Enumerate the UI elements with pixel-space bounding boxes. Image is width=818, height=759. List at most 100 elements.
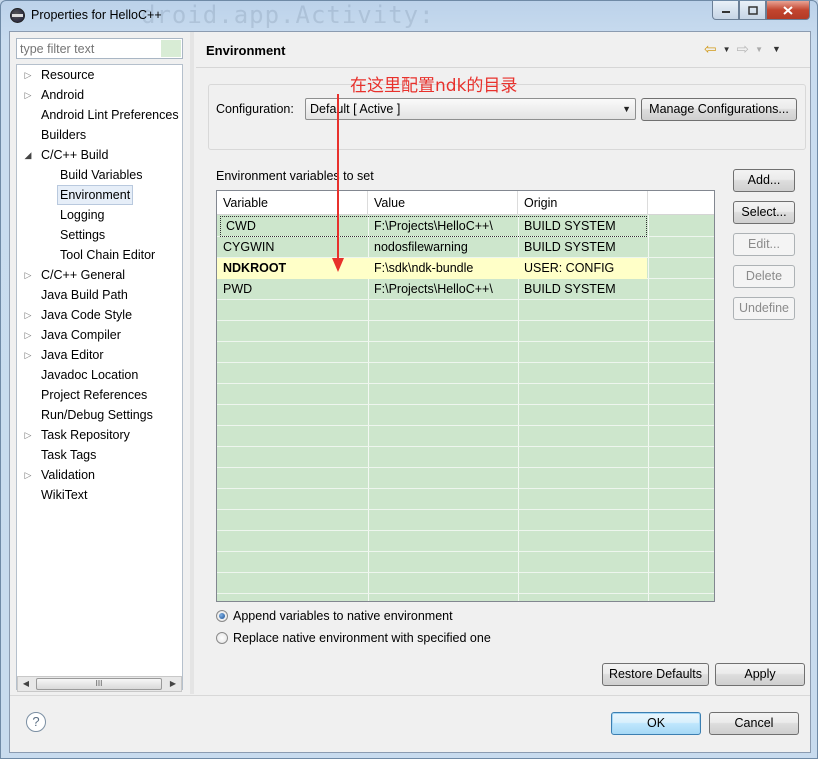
apply-button[interactable]: Apply (715, 663, 805, 686)
maximize-button[interactable] (739, 1, 766, 20)
row-divider (217, 509, 714, 510)
append-option-label: Append variables to native environment (233, 609, 453, 623)
row-divider (217, 383, 714, 384)
add-variable-button[interactable]: Add... (733, 169, 795, 192)
header-divider (196, 67, 810, 68)
tree-item-label: Java Build Path (41, 288, 128, 302)
expand-arrow-icon[interactable]: ▷ (23, 305, 33, 325)
column-header-origin[interactable]: Origin (518, 191, 648, 215)
select-variable-button[interactable]: Select... (733, 201, 795, 224)
column-header-variable[interactable]: Variable (217, 191, 368, 215)
tree-item-cpp-general[interactable]: ▷ C/C++ General (17, 265, 182, 285)
properties-tree[interactable]: ▷ Resource ▷ Android Android Lint Prefer… (16, 64, 183, 690)
tree-item-android-lint[interactable]: Android Lint Preferences (17, 105, 182, 125)
tree-item-java-editor[interactable]: ▷ Java Editor (17, 345, 182, 365)
tree-item-javadoc-location[interactable]: Javadoc Location (17, 365, 182, 385)
scroll-thumb[interactable]: III (36, 678, 162, 690)
tree-item-label: Logging (60, 208, 105, 222)
row-divider (217, 551, 714, 552)
tree-item-android[interactable]: ▷ Android (17, 85, 182, 105)
variable-cell: PWD (223, 282, 253, 296)
cancel-button[interactable]: Cancel (709, 712, 799, 735)
collapse-arrow-icon[interactable]: ◢ (23, 145, 33, 165)
tree-item-cpp-build[interactable]: ◢ C/C++ Build (17, 145, 182, 165)
value-cell: F:\sdk\ndk-bundle (374, 261, 474, 275)
close-icon (783, 5, 793, 15)
page-title: Environment (206, 43, 286, 58)
background-watermark: droid.app.Activity: (141, 1, 435, 29)
manage-configurations-button[interactable]: Manage Configurations... (641, 98, 797, 121)
table-row[interactable]: NDKROOT F:\sdk\ndk-bundle USER: CONFIG (217, 258, 647, 279)
expand-arrow-icon[interactable]: ▷ (23, 345, 33, 365)
tree-item-java-compiler[interactable]: ▷ Java Compiler (17, 325, 182, 345)
tree-item-java-code-style[interactable]: ▷ Java Code Style (17, 305, 182, 325)
tree-item-run-debug-settings[interactable]: Run/Debug Settings (17, 405, 182, 425)
window-title: Properties for HelloC++ (31, 8, 162, 22)
table-row[interactable]: PWD F:\Projects\HelloC++\ BUILD SYSTEM (217, 279, 647, 300)
tree-item-task-repository[interactable]: ▷ Task Repository (17, 425, 182, 445)
tree-item-label: Project References (41, 388, 148, 402)
row-divider (217, 320, 714, 321)
edit-variable-button[interactable]: Edit... (733, 233, 795, 256)
expand-arrow-icon[interactable]: ▷ (23, 465, 33, 485)
row-divider (217, 425, 714, 426)
ok-button[interactable]: OK (611, 712, 701, 735)
environment-variables-table[interactable]: Variable Value Origin CWD F:\Projects\He… (216, 190, 715, 602)
column-header-value[interactable]: Value (368, 191, 518, 215)
tree-item-wikitext[interactable]: WikiText (17, 485, 182, 505)
row-divider (217, 488, 714, 489)
close-button[interactable] (766, 1, 810, 20)
undefine-variable-button[interactable]: Undefine (733, 297, 795, 320)
tree-item-tool-chain-editor[interactable]: Tool Chain Editor (17, 245, 182, 265)
value-cell: F:\Projects\HelloC++\ (374, 282, 493, 296)
tree-item-task-tags[interactable]: Task Tags (17, 445, 182, 465)
tree-item-settings[interactable]: Settings (17, 225, 182, 245)
tree-item-resource[interactable]: ▷ Resource (17, 65, 182, 85)
scroll-right-icon[interactable]: ▶ (165, 677, 181, 691)
row-divider (217, 341, 714, 342)
value-cell: nodosfilewarning (374, 240, 468, 254)
row-divider (217, 572, 714, 573)
row-divider (217, 362, 714, 363)
expand-arrow-icon[interactable]: ▷ (23, 265, 33, 285)
tree-item-label: Build Variables (60, 168, 143, 182)
expand-arrow-icon[interactable]: ▷ (23, 85, 33, 105)
tree-horizontal-scrollbar[interactable]: ◀ III ▶ (17, 676, 182, 692)
expand-arrow-icon[interactable]: ▷ (23, 425, 33, 445)
tree-item-validation[interactable]: ▷ Validation (17, 465, 182, 485)
minimize-button[interactable] (712, 1, 739, 20)
tree-item-environment[interactable]: Environment (17, 185, 182, 205)
back-arrow-icon[interactable]: ⇦ (704, 40, 717, 58)
configuration-label: Configuration: (216, 102, 294, 116)
replace-option-label: Replace native environment with specifie… (233, 631, 491, 645)
variable-cell: CWD (226, 219, 256, 233)
tree-item-label: C/C++ General (41, 268, 126, 282)
expand-arrow-icon[interactable]: ▷ (23, 65, 33, 85)
clear-filter-icon[interactable] (161, 40, 181, 57)
forward-arrow-icon[interactable]: ⇨ (737, 40, 750, 58)
tree-item-builders[interactable]: Builders (17, 125, 182, 145)
view-menu-icon[interactable]: ▼ (772, 44, 781, 54)
restore-defaults-button[interactable]: Restore Defaults (602, 663, 709, 686)
title-bar[interactable]: droid.app.Activity: Properties for Hello… (1, 1, 817, 29)
configuration-select[interactable]: Default [ Active ] ▼ (305, 98, 636, 120)
delete-variable-button[interactable]: Delete (733, 265, 795, 288)
tree-item-build-variables[interactable]: Build Variables (17, 165, 182, 185)
replace-radio[interactable] (216, 632, 228, 644)
tree-item-project-references[interactable]: Project References (17, 385, 182, 405)
forward-history-dropdown-icon[interactable]: ▼ (755, 45, 763, 54)
expand-arrow-icon[interactable]: ▷ (23, 325, 33, 345)
tree-item-logging[interactable]: Logging (17, 205, 182, 225)
tree-item-java-build-path[interactable]: Java Build Path (17, 285, 182, 305)
dropdown-arrow-icon: ▼ (622, 104, 631, 114)
help-icon[interactable]: ? (26, 712, 46, 732)
append-radio[interactable] (216, 610, 228, 622)
pane-splitter[interactable] (190, 32, 194, 694)
filter-input[interactable] (17, 39, 157, 58)
table-row[interactable]: CWD F:\Projects\HelloC++\ BUILD SYSTEM (220, 216, 647, 237)
table-row[interactable]: CYGWIN nodosfilewarning BUILD SYSTEM (217, 237, 647, 258)
tree-item-label: Java Editor (41, 348, 104, 362)
scroll-left-icon[interactable]: ◀ (18, 677, 34, 691)
back-history-dropdown-icon[interactable]: ▼ (723, 45, 731, 54)
origin-cell: BUILD SYSTEM (524, 219, 616, 233)
